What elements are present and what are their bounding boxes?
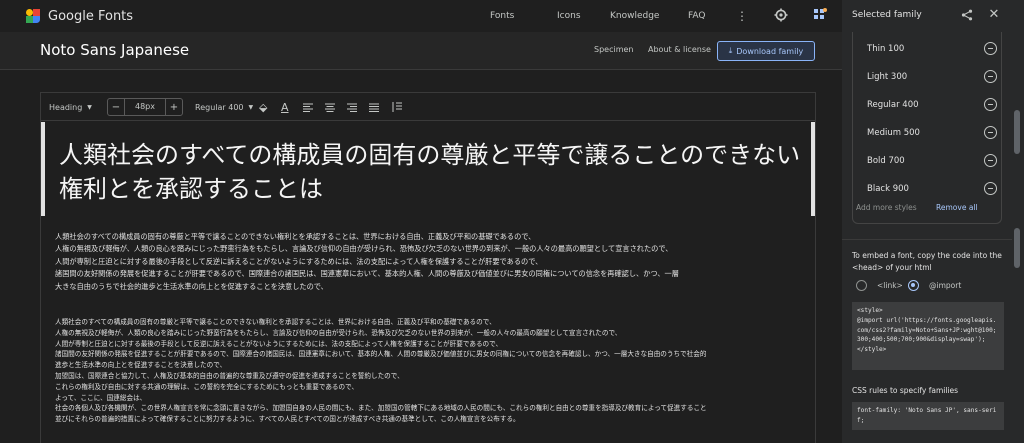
paragraph-line: 人間が専制と圧迫とに対する最後の手段として反逆に訴えることがないようにするために… — [55, 339, 503, 348]
paragraph-line: 人権の無視及び軽侮が、人類の良心を踏みにじった野蛮行為をもたらし、言論及び信仰の… — [55, 328, 622, 337]
css-code-block[interactable]: font-family: 'Noto Sans JP', sans-serif; — [852, 402, 1004, 430]
paragraph-line: 並びにそれらの普遍的措置によって確保することに努力するように、すべての人民とすべ… — [55, 415, 520, 424]
style-select-value: Heading — [49, 102, 83, 112]
add-more-styles-button[interactable]: Add more styles — [856, 203, 917, 212]
paragraph-line: よって、ここに、国連総会は、 — [55, 393, 147, 402]
radio-label: <link> — [877, 281, 903, 290]
style-row-light-300: Light 300 — [867, 68, 997, 86]
panel-scrollbar-lower[interactable] — [1014, 228, 1020, 268]
paragraph-line: 人類社会のすべての構成員の固有の尊厳と平等で譲ることのできない権利とを承認するこ… — [55, 318, 496, 326]
paragraph-line: 人間が専制と圧迫とに対する最後の手段として反逆に訴えることがないようにするために… — [55, 256, 543, 266]
style-row-medium-500: Medium 500 — [867, 124, 997, 142]
weight-select-value: Regular 400 — [195, 102, 244, 112]
style-label: Medium 500 — [867, 128, 920, 138]
more-vert-icon[interactable]: ⋮ — [735, 9, 749, 23]
paragraph-line: 諸国間の友好関係の発展を促進することが肝要であるので、国際連合の諸国民は、国連憲… — [55, 350, 707, 359]
panel-divider — [842, 239, 1012, 240]
import-radio[interactable]: @import — [908, 280, 961, 291]
specimen-link[interactable]: Specimen — [594, 45, 633, 54]
paragraph-line: 人類社会のすべての構成員の固有の尊厳と平等で譲ることのできない権利とを承認するこ… — [55, 232, 536, 241]
import-code-block[interactable]: <style> @import url('https://fonts.googl… — [852, 302, 1004, 370]
paragraph-line: 進歩と生活水準の向上とを促進することを決意したので、 — [55, 361, 227, 370]
style-row-thin-100: Thin 100 — [867, 40, 997, 58]
embed-description: To embed a font, copy the code into the … — [852, 251, 1002, 272]
heading-text[interactable]: 人類社会のすべての構成員の固有の尊厳と平等で譲ることのできない権利とを承認するこ… — [59, 138, 803, 206]
radio-unchecked-icon — [856, 280, 867, 291]
radio-label: @import — [929, 281, 962, 290]
paragraph-line: 大きな自由のうちで社会的進歩と生活水準の向上とを促進することを決意したので、 — [55, 281, 328, 291]
paragraph-line: 加盟国は、国際連合と協力して、人権及び基本的自由の普遍的な尊重及び遵守の促進を達… — [55, 371, 404, 380]
align-center-icon[interactable] — [325, 93, 335, 121]
family-name: Noto Sans Japanese — [40, 41, 190, 59]
dropdown-arrow-icon: ▼ — [87, 103, 92, 111]
body-paragraph-1[interactable]: 人類社会のすべての構成員の固有の尊厳と平等で譲ることのできない権利とを承認するこ… — [55, 231, 805, 293]
style-label: Regular 400 — [867, 100, 919, 110]
remove-style-icon[interactable] — [984, 70, 997, 83]
dropdown-arrow-icon: ▼ — [248, 103, 254, 111]
panel-scrollbar[interactable] — [1014, 110, 1020, 154]
style-label: Thin 100 — [867, 44, 905, 54]
selected-styles-list: Thin 100 Light 300 Regular 400 Medium 50… — [852, 32, 1002, 224]
download-icon: ⤓ — [728, 46, 733, 55]
remove-style-icon[interactable] — [984, 182, 997, 195]
style-row-black-900: Black 900 — [867, 180, 997, 198]
google-fonts-logo-icon — [26, 9, 40, 23]
font-size-value[interactable]: 48px — [124, 99, 166, 115]
fill-color-icon[interactable]: ⬙ — [259, 93, 267, 121]
paragraph-line: 人権の無視及び軽侮が、人類の良心を踏みにじった野蛮行為をもたらし、言論及び信仰の… — [55, 244, 673, 254]
download-family-button[interactable]: ⤓ Download family — [717, 41, 815, 61]
about-license-link[interactable]: About & license — [648, 45, 711, 54]
remove-style-icon[interactable] — [984, 126, 997, 139]
align-left-icon[interactable] — [303, 93, 313, 121]
size-increase-button[interactable]: + — [166, 102, 182, 113]
selected-families-icon[interactable] — [812, 8, 828, 25]
line-height-icon[interactable] — [391, 93, 402, 121]
remove-style-icon[interactable] — [984, 98, 997, 111]
nav-faq[interactable]: FAQ — [688, 11, 705, 21]
paragraph-line: 諸国間の友好関係の発展を促進することが肝要であるので、国際連合の諸国民は、国連憲… — [55, 269, 679, 279]
type-tester: Heading ▼ − 48px + Regular 400 ▼ ⬙ A 人類社… — [40, 92, 816, 443]
radio-checked-icon — [908, 280, 919, 291]
style-row-bold-700: Bold 700 — [867, 152, 997, 170]
text-color-icon[interactable]: A — [281, 93, 289, 121]
close-icon[interactable]: ✕ — [987, 8, 1001, 22]
top-app-bar: Google Fonts — [0, 0, 842, 32]
selected-family-panel: Selected family ✕ Thin 100 Light 300 Reg… — [842, 0, 1024, 443]
style-label: Black 900 — [867, 184, 909, 194]
panel-title: Selected family — [852, 10, 922, 20]
font-size-stepper: − 48px + — [107, 98, 183, 116]
remove-style-icon[interactable] — [984, 154, 997, 167]
paragraph-line: これらの権利及び自由に対する共通の理解は、この誓約を完全にするためにもっとも重要… — [55, 382, 359, 391]
editor-toolbar: Heading ▼ − 48px + Regular 400 ▼ ⬙ A — [41, 93, 815, 121]
paragraph-line: 社会の各個人及び各機関が、この世界人権宣言を常に念頭に置きながら、加盟国自身の人… — [55, 404, 707, 413]
link-radio[interactable]: <link> — [856, 280, 903, 291]
style-label: Light 300 — [867, 72, 908, 82]
remove-style-icon[interactable] — [984, 42, 997, 55]
nav-fonts[interactable]: Fonts — [490, 11, 514, 21]
body-paragraph-2[interactable]: 人類社会のすべての構成員の固有の尊厳と平等で譲ることのできない権利とを承認するこ… — [55, 317, 805, 425]
remove-all-button[interactable]: Remove all — [936, 203, 978, 212]
css-rules-label: CSS rules to specify families — [852, 386, 959, 395]
nav-icons[interactable]: Icons — [557, 11, 581, 21]
style-select[interactable]: Heading ▼ — [49, 93, 92, 121]
weight-select[interactable]: Regular 400 ▼ — [195, 93, 253, 121]
size-decrease-button[interactable]: − — [108, 102, 124, 113]
settings-icon[interactable] — [773, 8, 789, 25]
align-right-icon[interactable] — [347, 93, 357, 121]
share-icon[interactable] — [960, 9, 974, 24]
download-label: Download family — [736, 46, 804, 56]
google-fonts-logo[interactable]: Google Fonts — [26, 9, 133, 24]
style-row-regular-400: Regular 400 — [867, 96, 997, 114]
align-justify-icon[interactable] — [369, 93, 379, 121]
nav-knowledge[interactable]: Knowledge — [610, 11, 659, 21]
app-title: Google Fonts — [48, 8, 134, 24]
heading-sample[interactable]: 人類社会のすべての構成員の固有の尊厳と平等で譲ることのできない権利とを承認するこ… — [41, 122, 815, 216]
family-header: Noto Sans Japanese Specimen About & lice… — [0, 32, 842, 70]
style-label: Bold 700 — [867, 156, 905, 166]
